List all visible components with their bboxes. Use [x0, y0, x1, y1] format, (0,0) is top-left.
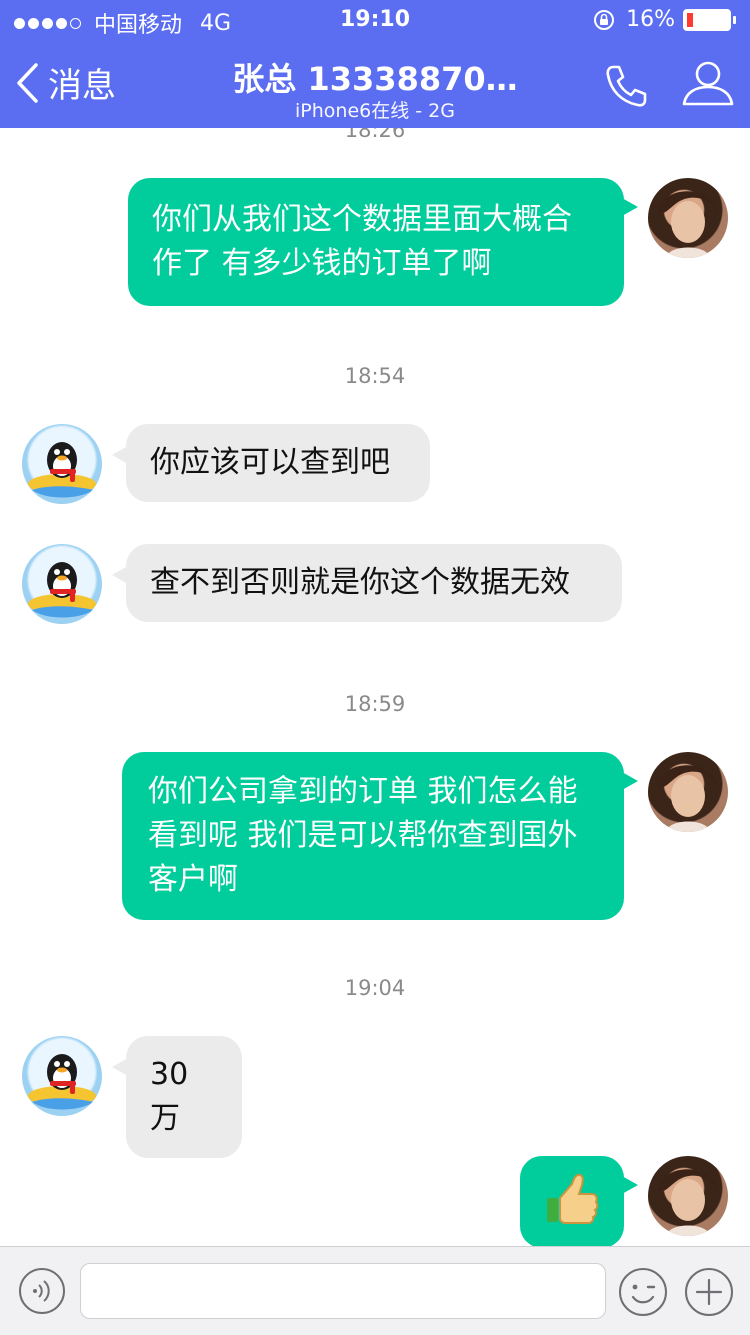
- profile-button[interactable]: [680, 58, 736, 110]
- emoji-icon: [619, 1268, 667, 1316]
- voice-button[interactable]: [18, 1267, 66, 1315]
- qq-penguin-icon: [28, 442, 96, 498]
- avatar-contact[interactable]: [22, 1036, 102, 1116]
- message-incoming[interactable]: 查不到否则就是你这个数据无效: [112, 544, 622, 622]
- back-label: 消息: [48, 66, 116, 106]
- message-input[interactable]: [80, 1263, 606, 1319]
- timestamp: 18:26: [344, 128, 406, 142]
- timestamp: 18:59: [344, 692, 406, 716]
- user-photo-icon: [658, 191, 718, 258]
- status-right: 16%: [592, 7, 736, 32]
- back-button[interactable]: 消息: [14, 58, 116, 107]
- avatar-contact[interactable]: [22, 544, 102, 624]
- voice-icon: [19, 1268, 65, 1314]
- battery-percent: 16%: [626, 7, 675, 32]
- qq-penguin-icon: [28, 562, 96, 618]
- user-photo-icon: [658, 765, 718, 832]
- battery-icon: [683, 8, 731, 31]
- contact-status: iPhone6在线 - 2G: [295, 100, 455, 122]
- call-button[interactable]: [600, 60, 652, 112]
- chat-area[interactable]: 18:26 你们从我们这个数据里面大概合作了 有多少钱的订单了啊 18:54 你…: [0, 128, 750, 1246]
- more-button[interactable]: [684, 1267, 734, 1317]
- plus-icon: [685, 1268, 733, 1316]
- rotation-lock-icon: [594, 9, 615, 30]
- avatar-contact[interactable]: [22, 424, 102, 504]
- avatar-self[interactable]: [648, 1156, 728, 1236]
- qq-penguin-icon: [28, 1054, 96, 1110]
- emoji-button[interactable]: [618, 1267, 668, 1317]
- chevron-left-icon: [17, 62, 38, 103]
- message-outgoing[interactable]: 你们从我们这个数据里面大概合作了 有多少钱的订单了啊: [128, 178, 638, 306]
- timestamp: 19:04: [344, 976, 406, 1000]
- top-bar: 中国移动 4G 19:10 16% 消息 张总 13338870… iPhone…: [0, 0, 750, 128]
- message-incoming[interactable]: 你应该可以查到吧: [112, 424, 430, 502]
- message-outgoing[interactable]: 你们公司拿到的订单 我们怎么能看到呢 我们是可以帮你查到国外客户啊: [122, 752, 638, 920]
- person-icon: [682, 61, 734, 106]
- battery-level: [687, 12, 693, 27]
- input-bar: [0, 1246, 750, 1335]
- message-incoming[interactable]: 30万: [112, 1036, 242, 1158]
- phone-icon: [606, 65, 647, 107]
- avatar-self[interactable]: [648, 752, 728, 832]
- avatar-self[interactable]: [648, 178, 728, 258]
- contact-name[interactable]: 张总 13338870…: [200, 54, 550, 100]
- timestamp: 18:54: [344, 364, 406, 388]
- status-bar: 中国移动 4G 19:10 16%: [0, 0, 750, 40]
- message-outgoing-sticker[interactable]: [520, 1156, 638, 1246]
- user-photo-icon: [658, 1169, 718, 1236]
- battery-cap: [733, 15, 736, 24]
- thumbs-up-icon: [547, 1173, 599, 1224]
